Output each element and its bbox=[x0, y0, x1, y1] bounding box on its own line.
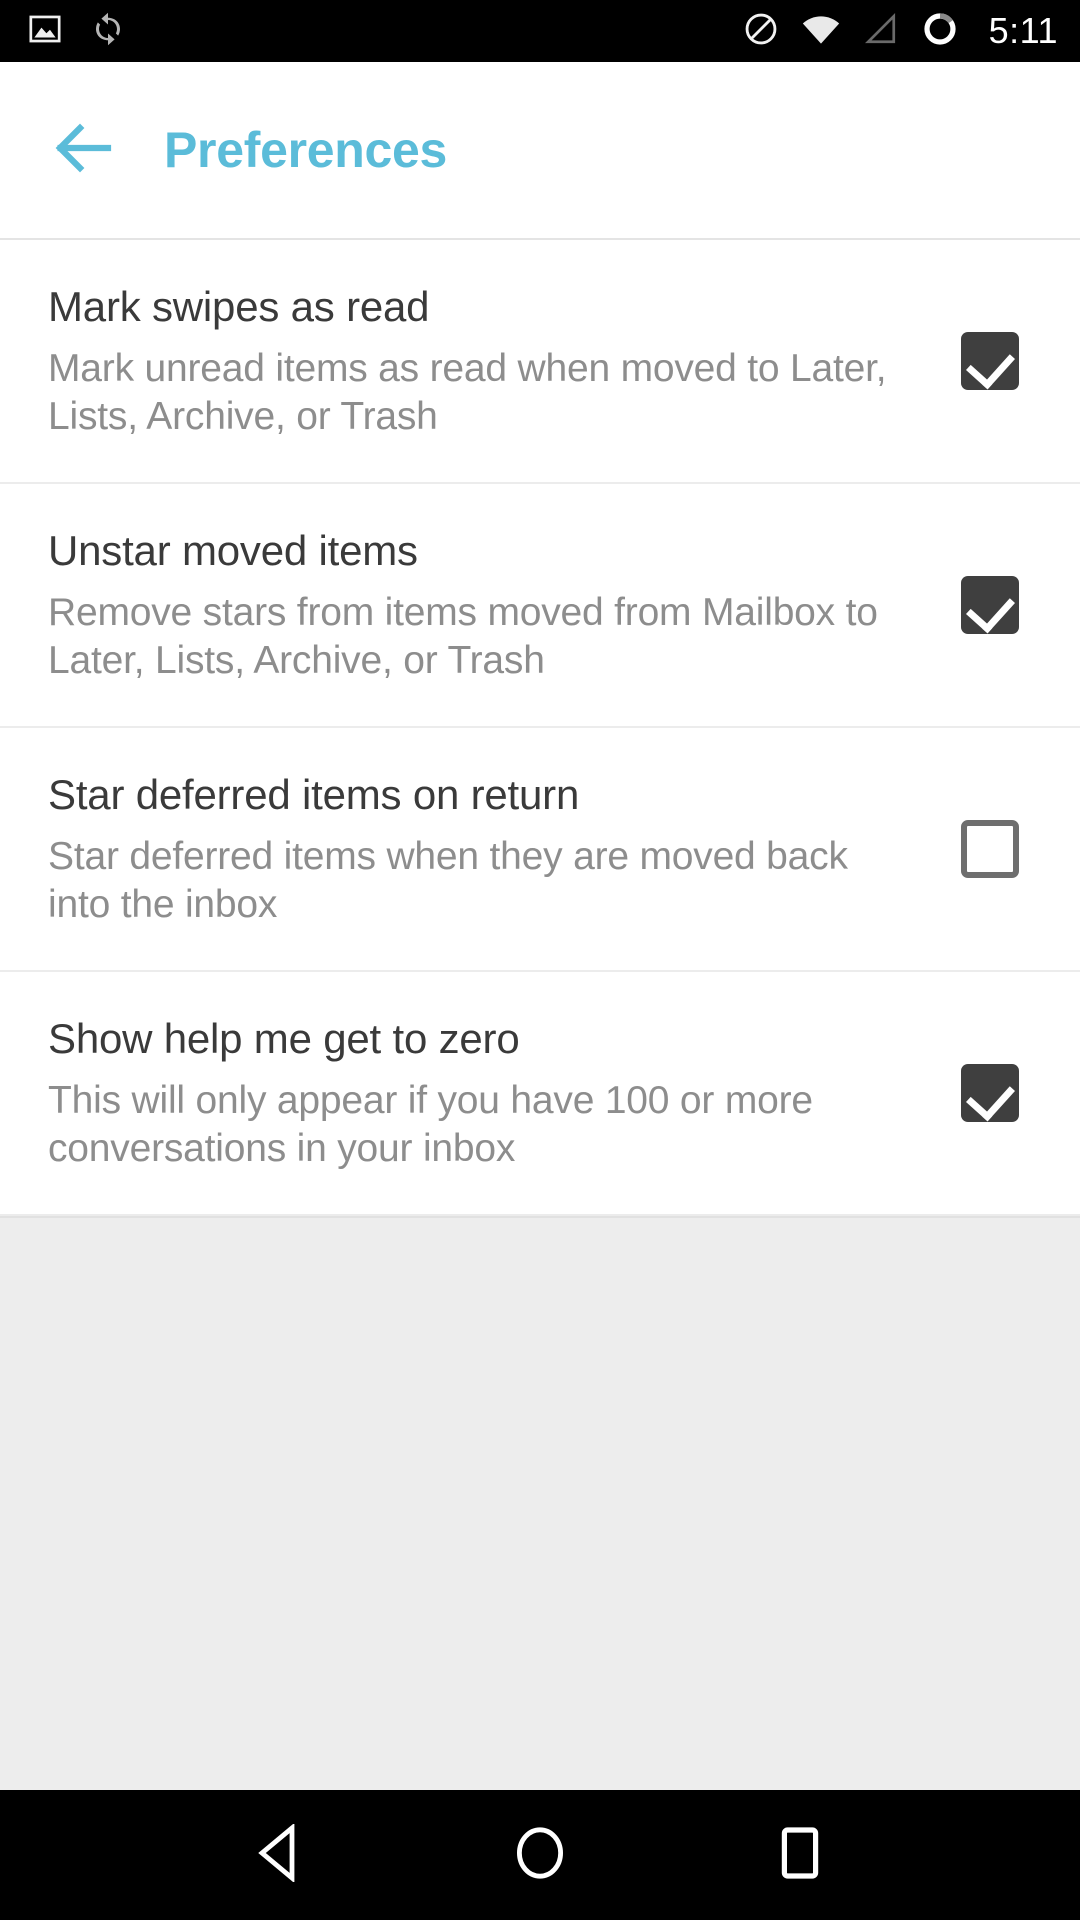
checkbox-checked-icon bbox=[961, 1064, 1019, 1122]
app-bar: Preferences bbox=[0, 62, 1080, 240]
cellular-signal-icon bbox=[863, 11, 899, 52]
preference-row-unstar-moved-items[interactable]: Unstar moved items Remove stars from ite… bbox=[0, 484, 1080, 728]
preference-text: Star deferred items on return Star defer… bbox=[48, 770, 940, 929]
preference-checkbox-mark-swipes-as-read[interactable] bbox=[940, 332, 1040, 390]
nav-back-button[interactable] bbox=[220, 1805, 340, 1905]
preference-summary: This will only appear if you have 100 or… bbox=[48, 1079, 813, 1170]
square-recents-icon bbox=[778, 1825, 822, 1886]
checkbox-checked-icon bbox=[961, 332, 1019, 390]
nav-recents-button[interactable] bbox=[740, 1805, 860, 1905]
wifi-icon bbox=[801, 11, 841, 52]
arrow-left-icon bbox=[53, 120, 117, 181]
status-bar-left-icons bbox=[28, 11, 126, 52]
preference-row-star-deferred-items-on-return[interactable]: Star deferred items on return Star defer… bbox=[0, 728, 1080, 972]
page-title: Preferences bbox=[164, 122, 448, 178]
preference-text: Show help me get to zero This will only … bbox=[48, 1014, 940, 1173]
status-bar: 5:11 bbox=[0, 0, 1080, 62]
checkbox-unchecked-icon bbox=[961, 820, 1019, 878]
preferences-list: Mark swipes as read Mark unread items as… bbox=[0, 240, 1080, 1216]
status-bar-right-icons: 5:11 bbox=[743, 10, 1058, 53]
nav-home-button[interactable] bbox=[480, 1805, 600, 1905]
checkbox-checked-icon bbox=[961, 576, 1019, 634]
status-bar-clock: 5:11 bbox=[988, 10, 1058, 51]
phone-screen: 5:11 Preferences Mark swipes as read Mar… bbox=[0, 0, 1080, 1920]
battery-icon bbox=[921, 10, 959, 53]
preference-row-show-help-me-get-to-zero[interactable]: Show help me get to zero This will only … bbox=[0, 972, 1080, 1216]
preference-checkbox-show-help-me-get-to-zero[interactable] bbox=[940, 1064, 1040, 1122]
preference-summary: Mark unread items as read when moved to … bbox=[48, 347, 887, 438]
preference-text: Mark swipes as read Mark unread items as… bbox=[48, 282, 940, 441]
empty-area bbox=[0, 1216, 1080, 1790]
preference-text: Unstar moved items Remove stars from ite… bbox=[48, 526, 940, 685]
preference-summary: Remove stars from items moved from Mailb… bbox=[48, 591, 878, 682]
screenshot-icon bbox=[28, 12, 62, 51]
preference-title: Show help me get to zero bbox=[48, 1014, 520, 1062]
do-not-disturb-icon bbox=[743, 11, 779, 52]
circle-home-icon bbox=[513, 1824, 567, 1887]
preference-title: Mark swipes as read bbox=[48, 282, 430, 330]
sync-icon bbox=[90, 11, 126, 52]
preference-title: Star deferred items on return bbox=[48, 770, 580, 818]
back-button[interactable] bbox=[48, 113, 122, 187]
preference-checkbox-star-deferred-items-on-return[interactable] bbox=[940, 820, 1040, 878]
preference-title: Unstar moved items bbox=[48, 526, 418, 574]
preference-row-mark-swipes-as-read[interactable]: Mark swipes as read Mark unread items as… bbox=[0, 240, 1080, 484]
system-navigation-bar bbox=[0, 1790, 1080, 1920]
preference-checkbox-unstar-moved-items[interactable] bbox=[940, 576, 1040, 634]
preference-summary: Star deferred items when they are moved … bbox=[48, 835, 848, 926]
triangle-back-icon bbox=[254, 1822, 306, 1887]
